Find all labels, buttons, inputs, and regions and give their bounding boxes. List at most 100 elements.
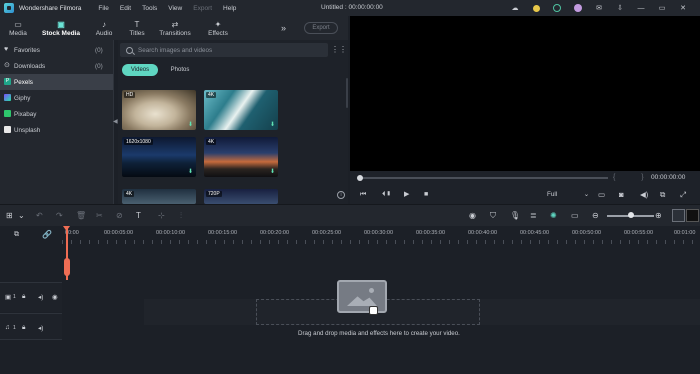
menu-view[interactable]: View — [168, 5, 182, 12]
add-track-icon[interactable]: ⧉ — [14, 230, 19, 239]
lock-icon[interactable]: 🔒︎ — [22, 324, 25, 332]
headset-icon[interactable] — [553, 4, 561, 12]
fullscreen-icon[interactable]: ⤢ — [680, 190, 686, 199]
sidebar-item-pixabay[interactable]: px Pixabay — [0, 106, 113, 122]
sidebar-item-count: (0) — [95, 46, 103, 54]
grid-view-icon[interactable]: ⋮⋮ — [331, 46, 347, 54]
sidebar-item-pexels[interactable]: P Pexels — [0, 74, 113, 90]
undo-icon[interactable]: ↶ — [36, 211, 43, 220]
play-icon[interactable]: ▶ — [404, 191, 409, 199]
filter-photos-button[interactable]: Photos — [162, 64, 198, 76]
resolution-badge: 1620x1080 — [124, 139, 153, 145]
zoom-slider-knob[interactable] — [628, 212, 634, 218]
monitor-icon[interactable]: ▭ — [598, 190, 605, 199]
timeline-ruler[interactable]: 00:00 00:00:05:00 00:00:10:00 00:00:15:0… — [62, 226, 700, 246]
stop-icon[interactable]: ■ — [424, 191, 428, 199]
playback-progress-bar[interactable] — [357, 175, 608, 181]
tab-stock-media[interactable]: ▣ Stock Media — [36, 16, 86, 40]
link-icon[interactable]: 🔗 — [42, 230, 52, 239]
tab-audio[interactable]: ♪ Audio — [86, 16, 122, 40]
progress-knob[interactable] — [357, 175, 363, 181]
menu-export: Export — [193, 4, 213, 12]
layout-toggle-button[interactable] — [672, 209, 685, 222]
menu-help[interactable]: Help — [223, 5, 236, 12]
app-name: Wondershare Filmora — [19, 4, 82, 12]
adjust-icon[interactable]: ⊹ — [158, 211, 165, 220]
delete-icon[interactable]: 🗑 — [76, 211, 86, 220]
search-box[interactable] — [120, 43, 328, 57]
sidebar-item-giphy[interactable]: G Giphy — [0, 90, 113, 106]
heart-icon: ♥ — [4, 46, 9, 53]
media-thumbnail[interactable]: HD ⬇ — [122, 90, 196, 130]
sidebar-item-favorites[interactable]: ♥ Favorites (0) — [0, 42, 113, 58]
more-tabs-button[interactable]: » — [281, 23, 286, 33]
zoom-out-icon[interactable]: ⊖ — [592, 211, 599, 220]
download-icon[interactable]: ⬇ — [270, 168, 275, 175]
tab-effects[interactable]: ✦ Effects — [198, 16, 238, 40]
minimize-icon[interactable]: — — [637, 4, 645, 12]
sidebar-item-unsplash[interactable]: U Unsplash — [0, 122, 113, 138]
download-icon[interactable]: ⇩ — [616, 4, 624, 12]
sidebar-item-downloads[interactable]: ⊙ Downloads (0) — [0, 58, 113, 74]
download-icon[interactable]: ⬇ — [188, 121, 193, 128]
audio-mixer-icon[interactable]: ≣ — [530, 211, 537, 220]
bulb-icon[interactable] — [532, 4, 540, 12]
play-reverse-icon[interactable]: ⏴▮ — [382, 191, 391, 199]
tab-titles[interactable]: T Titles — [122, 16, 152, 40]
media-thumbnail[interactable]: 1620x1080 ⬇ — [122, 137, 196, 177]
mark-in-out[interactable]: { } — [613, 174, 656, 181]
dropdown-icon[interactable]: ⌄ — [18, 211, 25, 220]
step-back-icon[interactable]: ⏮ — [360, 191, 366, 199]
cloud-icon[interactable]: ☁ — [511, 4, 519, 12]
info-icon[interactable]: i — [337, 191, 345, 199]
search-icon — [126, 46, 133, 54]
video-track-header: ▣ 1 🔒︎ ◂) ◉ — [0, 282, 62, 312]
menu-file[interactable]: File — [98, 5, 108, 12]
search-input[interactable] — [138, 46, 318, 54]
maximize-icon[interactable]: ▭ — [658, 4, 666, 12]
menu-tools[interactable]: Tools — [142, 5, 157, 12]
snapshot-icon[interactable]: ◙ — [619, 190, 624, 199]
mute-icon[interactable]: ◂) — [38, 324, 43, 332]
render-icon[interactable]: ◉ — [469, 211, 476, 220]
eye-icon[interactable]: ◉ — [52, 293, 58, 301]
media-type-filter: Videos Photos — [122, 64, 208, 76]
audio-wave-icon[interactable]: ⫶ — [180, 211, 182, 220]
volume-icon[interactable]: ◀) — [640, 190, 648, 199]
layout-grid-icon[interactable]: ⊞ — [6, 211, 13, 220]
media-thumbnail[interactable]: 4K — [122, 189, 196, 204]
picture-in-picture-icon[interactable]: ⧉ — [660, 190, 665, 199]
cut-icon[interactable]: ✂ — [96, 211, 103, 220]
tab-transitions[interactable]: ⇄ Transitions — [152, 16, 198, 40]
playhead-grip[interactable] — [64, 258, 70, 276]
media-thumbnail[interactable]: 4K ⬇ — [204, 137, 278, 177]
document-title: Untitled : 00:00:00:00 — [321, 4, 383, 11]
microphone-icon[interactable]: 🎙 — [510, 211, 520, 220]
redo-icon[interactable]: ↷ — [56, 211, 63, 220]
crop-icon[interactable]: ⊘ — [116, 211, 123, 220]
media-scrollbar[interactable] — [346, 78, 348, 108]
mute-icon[interactable]: ◂) — [38, 293, 43, 301]
media-thumbnail[interactable]: 4K ⬇ — [204, 90, 278, 130]
preview-quality-select[interactable]: Full ⌄ — [547, 189, 589, 200]
giphy-icon: G — [4, 94, 11, 101]
motion-tracking-icon[interactable]: ✺ — [550, 211, 557, 220]
marker-icon[interactable]: ⛉ — [490, 211, 496, 220]
download-icon[interactable]: ⬇ — [270, 121, 275, 128]
layout-toggle-button-alt[interactable] — [686, 209, 699, 222]
subtitles-icon[interactable]: ▭ — [571, 211, 579, 220]
timeline-toolbar: ⊞ ⌄ ↶ ↷ 🗑 ✂ ⊘ T ⊹ ⫶ ◉ ⛉ 🎙 ≣ ✺ ▭ ⊖ ⊕ — [0, 204, 700, 226]
filter-videos-button[interactable]: Videos — [122, 64, 158, 76]
menu-edit[interactable]: Edit — [120, 5, 131, 12]
media-thumbnail[interactable]: 720P — [204, 189, 278, 204]
tab-media[interactable]: ▭ Media — [0, 16, 36, 40]
zoom-in-icon[interactable]: ⊕ — [655, 211, 662, 220]
export-button[interactable]: Export — [304, 22, 338, 34]
download-icon[interactable]: ⬇ — [188, 168, 193, 175]
track-number: 1 — [13, 294, 16, 300]
text-icon[interactable]: T — [136, 211, 141, 220]
lock-icon[interactable]: 🔒︎ — [22, 293, 25, 301]
mail-icon[interactable]: ✉ — [595, 4, 603, 12]
account-icon[interactable] — [574, 4, 582, 12]
close-icon[interactable]: ✕ — [679, 4, 687, 12]
